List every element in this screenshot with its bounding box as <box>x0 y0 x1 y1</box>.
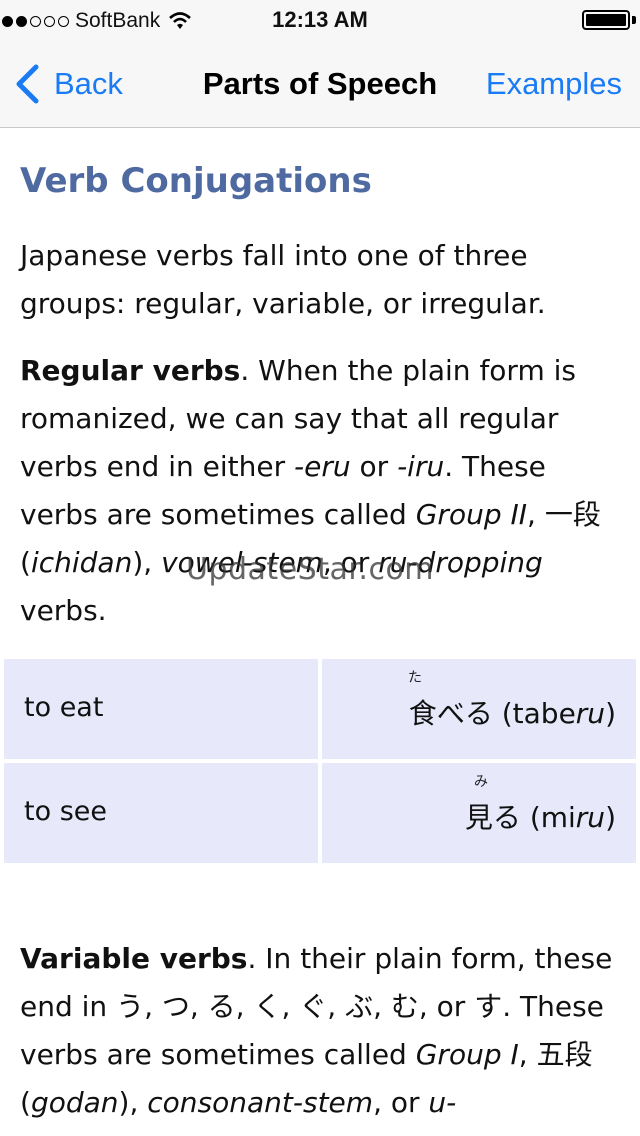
paragraph-text: or <box>350 450 398 483</box>
battery-tip <box>632 16 636 24</box>
table-row[interactable]: to see み 見る (miru) <box>4 763 636 863</box>
kanji: 食 <box>408 697 437 730</box>
navigation-bar: Back Parts of Speech Examples <box>0 40 640 128</box>
alias-text: u- <box>428 1086 457 1119</box>
romaji: ) <box>605 697 616 730</box>
japanese-verb: 見る (miru) <box>465 796 616 836</box>
table-row[interactable]: to eat た 食べる (taberu) <box>4 659 636 759</box>
verb-examples-table: to eat た 食べる (taberu) to see み 見る (miru) <box>4 659 636 867</box>
kana: べる <box>436 697 493 730</box>
paragraph-text: ), <box>132 546 162 579</box>
variable-verbs-paragraph: Variable verbs. In their plain form, the… <box>20 935 626 1127</box>
furigana: た <box>408 670 422 686</box>
romaji-ending: ru <box>575 801 606 834</box>
alias-text: Group I <box>415 1038 519 1071</box>
japanese-cell: み 見る (miru) <box>322 763 636 863</box>
suffix-text: -iru <box>397 450 445 483</box>
paragraph-text: , or <box>373 1086 429 1119</box>
english-meaning: to eat <box>24 692 104 723</box>
alias-text: godan <box>30 1086 119 1119</box>
regular-verbs-term: Regular verbs <box>20 354 241 387</box>
romaji: ) <box>605 801 616 834</box>
paragraph-text: ), <box>118 1086 148 1119</box>
battery-icon <box>582 10 630 30</box>
intro-paragraph: Japanese verbs fall into one of three gr… <box>20 239 546 320</box>
section-heading: Verb Conjugations <box>20 161 372 201</box>
suffix-text: -eru <box>294 450 351 483</box>
variable-verbs-term: Variable verbs <box>20 942 248 975</box>
english-cell: to see <box>4 763 318 863</box>
back-button-label: Back <box>54 66 123 101</box>
regular-verbs-paragraph: Regular verbs. When the plain form is ro… <box>20 347 626 635</box>
status-time: 12:13 AM <box>272 7 368 32</box>
english-cell: to eat <box>4 659 318 759</box>
japanese-verb: 食べる (taberu) <box>409 692 616 732</box>
english-meaning: to see <box>24 796 107 827</box>
furigana: み <box>474 774 488 790</box>
alias-text: consonant-stem <box>147 1086 374 1119</box>
romaji: (mi <box>529 801 576 834</box>
paragraph-text: verbs. <box>20 594 107 627</box>
content-area[interactable]: Verb Conjugations Japanese verbs fall in… <box>0 129 640 1136</box>
japanese-cell: た 食べる (taberu) <box>322 659 636 759</box>
examples-button[interactable]: Examples <box>486 66 622 102</box>
back-button[interactable]: Back <box>14 60 123 108</box>
alias-text: Group II <box>415 498 528 531</box>
kanji: 見 <box>464 801 493 834</box>
romaji: (tabe <box>501 697 576 730</box>
status-bar: SoftBank 12:13 AM <box>0 0 640 40</box>
battery-level <box>586 14 626 26</box>
alias-text: ichidan <box>30 546 133 579</box>
kana: る <box>492 801 521 834</box>
chevron-left-icon <box>16 64 39 104</box>
watermark-text: UpdateStar.com <box>186 552 435 587</box>
romaji-ending: ru <box>575 697 606 730</box>
